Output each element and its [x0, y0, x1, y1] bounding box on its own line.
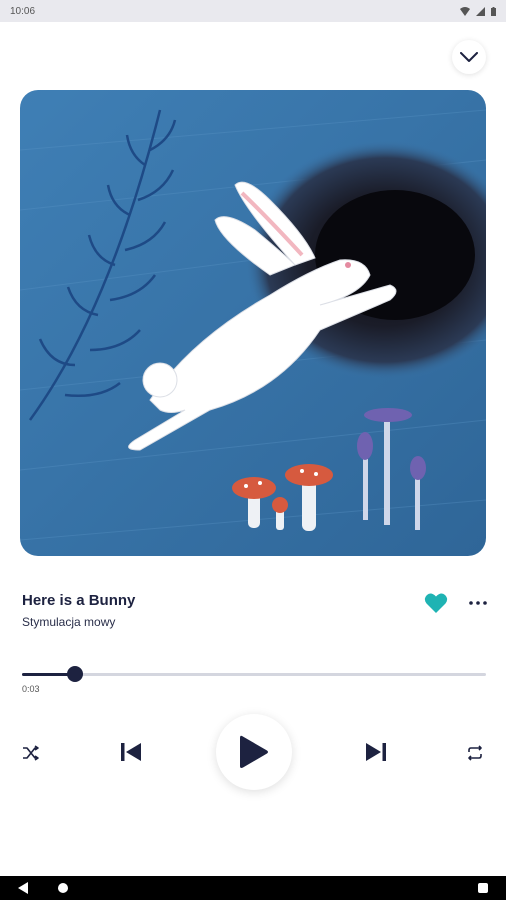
recents-icon[interactable]	[478, 883, 488, 893]
heart-icon	[424, 593, 448, 613]
chevron-down-icon	[460, 52, 478, 62]
status-time: 10:06	[10, 5, 36, 17]
shuffle-icon	[23, 745, 39, 761]
track-title: Here is a Bunny	[22, 592, 136, 609]
progress-slider[interactable]	[22, 666, 486, 682]
system-nav-bar	[0, 876, 506, 900]
status-bar: 10:06	[0, 0, 506, 22]
next-track-button[interactable]	[362, 738, 390, 766]
back-icon[interactable]	[18, 882, 28, 894]
wifi-icon	[460, 6, 470, 16]
skip-previous-icon	[121, 743, 141, 761]
signal-icon	[476, 6, 485, 16]
previous-track-button[interactable]	[117, 738, 145, 766]
like-button[interactable]	[424, 592, 448, 614]
album-artwork	[20, 90, 486, 556]
shuffle-button[interactable]	[18, 740, 44, 766]
elapsed-time: 0:03	[22, 684, 40, 694]
more-horizontal-icon	[469, 601, 487, 605]
home-icon[interactable]	[58, 883, 68, 893]
battery-icon	[491, 6, 496, 16]
repeat-icon	[468, 745, 482, 761]
status-icons	[460, 6, 496, 16]
play-icon	[240, 735, 268, 768]
progress-thumb[interactable]	[67, 666, 84, 682]
collapse-player-button[interactable]	[452, 40, 486, 74]
skip-next-icon	[366, 743, 386, 761]
repeat-button[interactable]	[462, 740, 488, 766]
more-options-button[interactable]	[466, 592, 490, 614]
track-subtitle: Stymulacja mowy	[22, 615, 116, 629]
play-button[interactable]	[216, 714, 292, 790]
